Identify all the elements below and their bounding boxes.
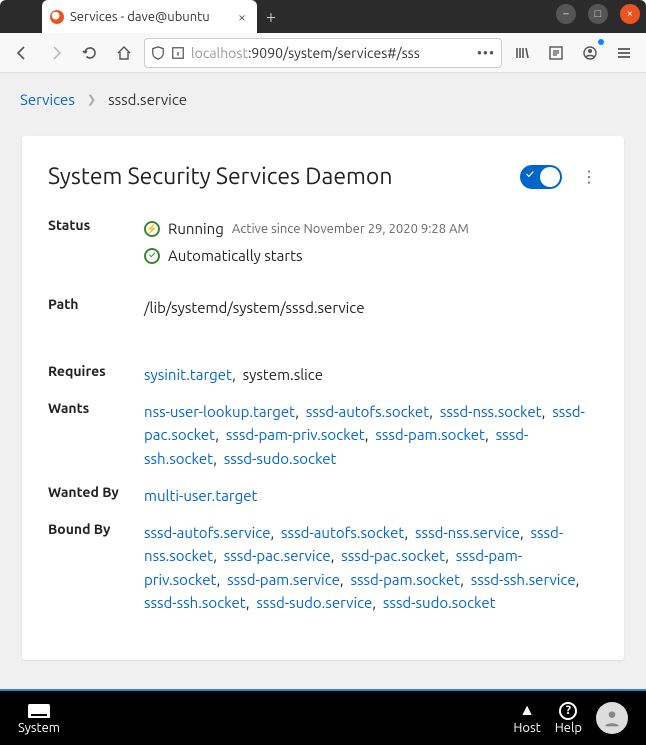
breadcrumb-root[interactable]: Services — [20, 91, 75, 108]
reload-button[interactable] — [76, 39, 104, 67]
unit-link[interactable]: sssd-pam.service — [227, 571, 340, 588]
running-icon — [144, 221, 160, 237]
minimize-button[interactable]: – — [556, 4, 576, 24]
status-since: Active since November 29, 2020 9:28 AM — [232, 219, 469, 239]
user-avatar[interactable] — [596, 702, 628, 734]
wants-label: Wants — [48, 400, 144, 416]
page-title: System Security Services Daemon — [48, 164, 502, 189]
enabled-icon — [144, 248, 160, 264]
chevron-up-icon: ▲ — [519, 702, 535, 720]
browser-tab[interactable]: Services - dave@ubuntu × — [42, 0, 257, 33]
unit-link[interactable]: sssd-pam.socket — [375, 426, 485, 443]
breadcrumb-current: sssd.service — [108, 91, 187, 108]
unit-link[interactable]: sssd-autofs.socket — [306, 403, 429, 420]
unit-link[interactable]: sssd-autofs.socket — [281, 524, 404, 541]
unit-link[interactable]: sssd-pac.service — [224, 547, 331, 564]
wanted-by-label: Wanted By — [48, 484, 144, 500]
cockpit-bottombar: System ▲ Host ? Help — [0, 689, 646, 745]
back-button[interactable] — [8, 39, 36, 67]
unit-link[interactable]: sssd-sudo.socket — [383, 594, 496, 611]
chevron-right-icon: ❯ — [87, 93, 96, 106]
unit-link[interactable]: sssd-ssh.service — [471, 571, 576, 588]
help-nav-button[interactable]: ? Help — [555, 702, 582, 735]
unit-link[interactable]: sssd-pam-priv.socket — [226, 426, 365, 443]
close-window-button[interactable]: × — [620, 4, 640, 24]
kebab-menu-icon[interactable]: ⋮ — [580, 167, 598, 186]
home-button[interactable] — [110, 39, 138, 67]
service-card: System Security Services Daemon ⋮ Status… — [22, 136, 624, 660]
unit-link[interactable]: sssd-nss.service — [415, 524, 520, 541]
new-tab-button[interactable]: + — [257, 7, 285, 27]
host-nav-button[interactable]: ▲ Host — [513, 702, 540, 735]
maximize-button[interactable]: □ — [588, 4, 608, 24]
unit-link[interactable]: sssd-pac.socket — [341, 547, 445, 564]
unit-link[interactable]: sssd-ssh.socket — [144, 594, 246, 611]
page-info-icon — [171, 46, 185, 60]
tab-favicon — [50, 10, 64, 24]
unit-link[interactable]: nss-user-lookup.target — [144, 403, 295, 420]
bound-by-label: Bound By — [48, 521, 144, 537]
status-running: Running — [168, 217, 224, 240]
unit-link[interactable]: sssd-sudo.service — [256, 594, 372, 611]
requires-label: Requires — [48, 363, 144, 379]
browser-toolbar: localhost:9090/system/services#/sss ••• — [0, 33, 646, 73]
shield-icon — [151, 46, 165, 60]
path-value: /lib/systemd/system/sssd.service — [144, 296, 598, 319]
url-bar[interactable]: localhost:9090/system/services#/sss ••• — [144, 38, 502, 68]
disk-icon — [28, 704, 50, 718]
unit-link[interactable]: sssd-autofs.service — [144, 524, 270, 541]
requires-value: sysinit.target, system.slice — [144, 363, 598, 386]
help-icon: ? — [559, 702, 577, 720]
tab-title: Services - dave@ubuntu — [70, 10, 229, 24]
page-actions-icon[interactable]: ••• — [477, 45, 495, 61]
unit-link[interactable]: sssd-pam.socket — [350, 571, 460, 588]
window-titlebar: Services - dave@ubuntu × + – □ × — [0, 0, 646, 33]
status-auto: Automatically starts — [168, 244, 302, 267]
url-text: localhost:9090/system/services#/sss — [191, 45, 420, 61]
wanted-by-value: multi-user.target — [144, 484, 598, 507]
user-icon — [602, 708, 622, 728]
status-label: Status — [48, 217, 144, 233]
forward-button[interactable] — [42, 39, 70, 67]
reader-view-button[interactable] — [542, 39, 570, 67]
service-toggle[interactable] — [520, 165, 562, 189]
path-label: Path — [48, 296, 144, 312]
unit-link[interactable]: multi-user.target — [144, 487, 257, 504]
unit-link[interactable]: sysinit.target — [144, 366, 232, 383]
menu-button[interactable] — [610, 39, 638, 67]
breadcrumb: Services ❯ sssd.service — [0, 73, 646, 126]
system-nav-button[interactable]: System — [18, 702, 60, 735]
unit-link[interactable]: sssd-sudo.socket — [224, 450, 337, 467]
library-button[interactable] — [508, 39, 536, 67]
account-button[interactable] — [576, 39, 604, 67]
unit-link[interactable]: sssd-nss.socket — [440, 403, 542, 420]
close-tab-icon[interactable]: × — [235, 10, 249, 24]
page-content: Services ❯ sssd.service System Security … — [0, 73, 646, 689]
wants-value: nss-user-lookup.target, sssd-autofs.sock… — [144, 400, 598, 470]
bound-by-value: sssd-autofs.service, sssd-autofs.socket,… — [144, 521, 598, 614]
